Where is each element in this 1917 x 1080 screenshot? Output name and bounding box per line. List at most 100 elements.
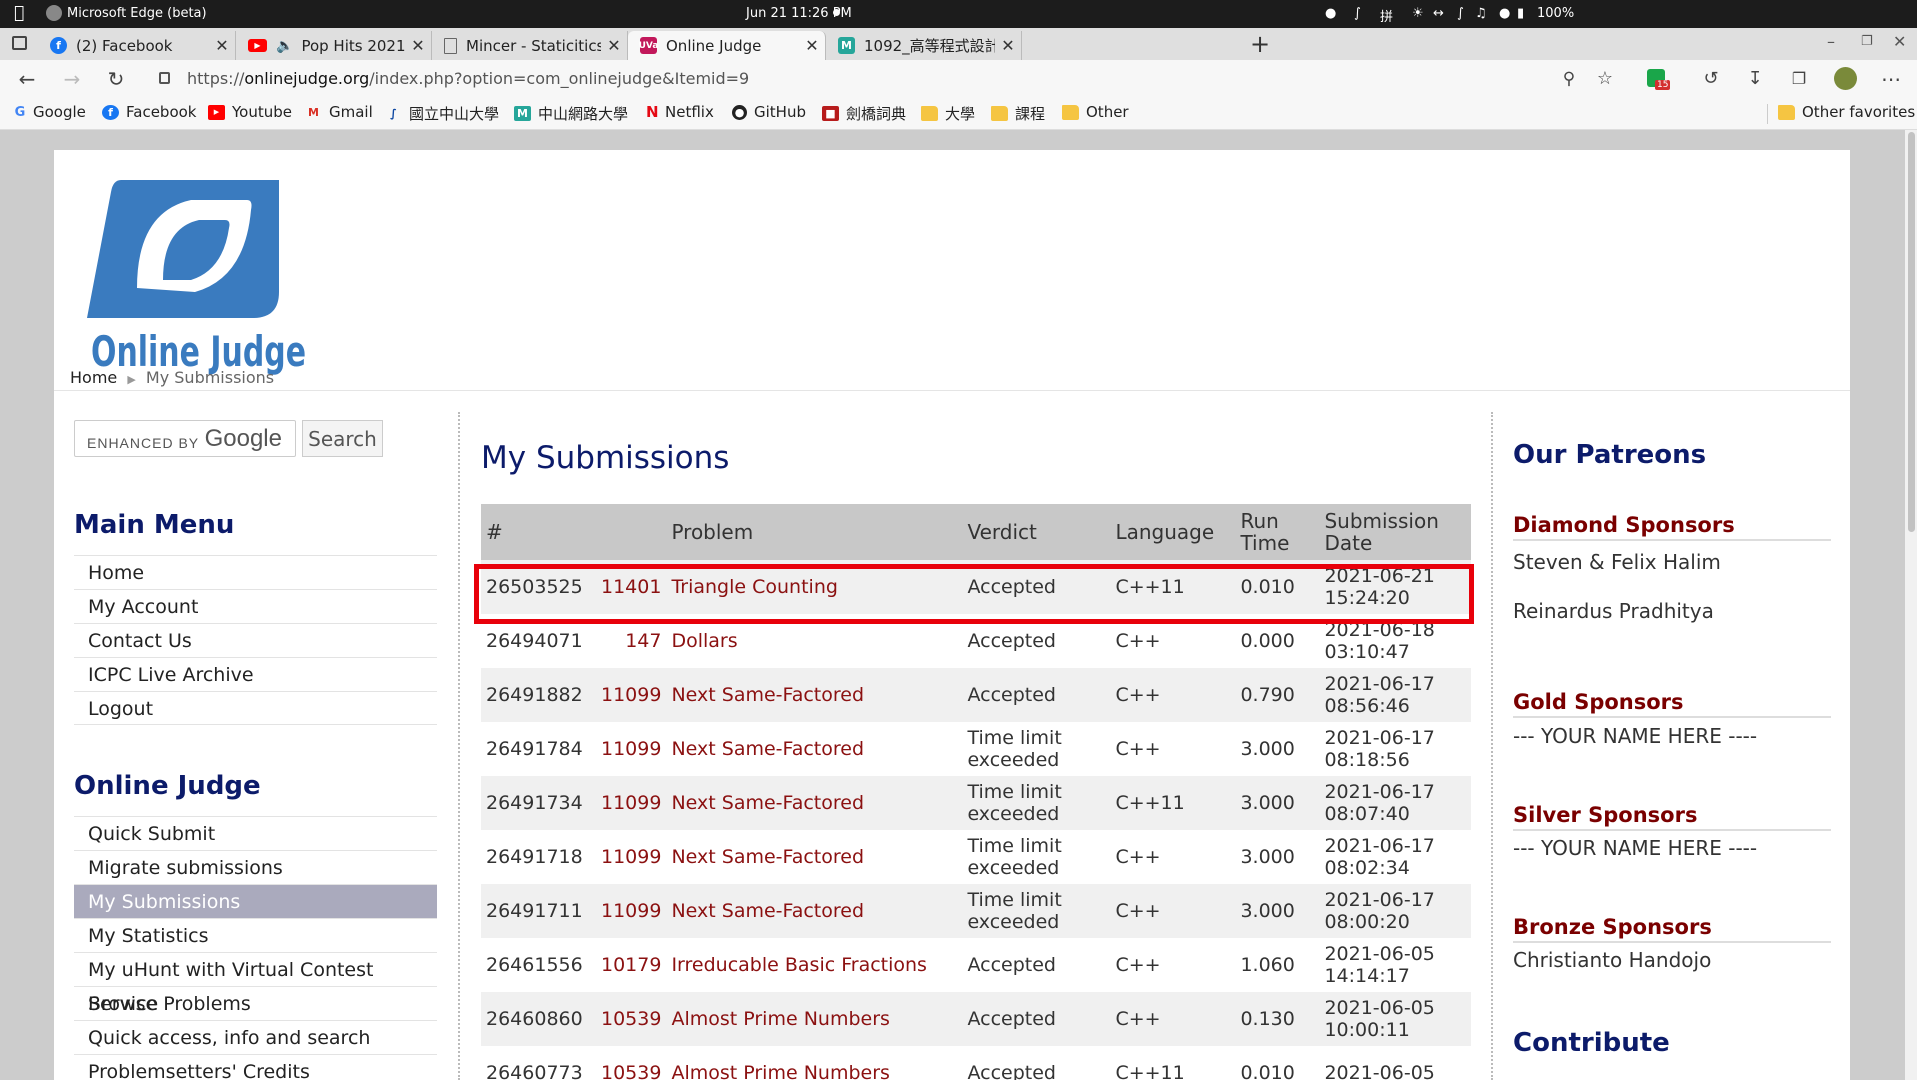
menu-item-quick-submit[interactable]: Quick Submit: [74, 816, 437, 850]
cell-problem-title[interactable]: Next Same-Factored: [666, 830, 962, 884]
minimize-button[interactable]: –: [1827, 32, 1835, 51]
bookmark-gmail[interactable]: M Gmail: [305, 103, 373, 121]
volume-icon[interactable]: ♫: [1475, 6, 1487, 21]
restore-button[interactable]: ❐: [1861, 34, 1873, 49]
lock-icon[interactable]: [159, 72, 170, 84]
new-tab-button[interactable]: +: [1250, 30, 1270, 58]
cell-problem-title[interactable]: Dollars: [666, 614, 962, 668]
tab-online-judge[interactable]: UVa Online Judge ✕: [628, 31, 826, 60]
column-header-problem: Problem: [666, 504, 963, 560]
cell-problem-title[interactable]: Irreducable Basic Fractions: [666, 938, 962, 992]
cell-problem-title[interactable]: Next Same-Factored: [666, 776, 963, 830]
tab-moodle[interactable]: M 1092_高等程式設計與實作 ✕: [826, 31, 1022, 60]
menu-item-logout[interactable]: Logout: [74, 691, 437, 725]
cell-problem-title[interactable]: Almost Prime Numbers: [666, 1046, 962, 1080]
menu-item-contact-us[interactable]: Contact Us: [74, 623, 437, 657]
brightness-icon[interactable]: ☀: [1412, 6, 1424, 21]
zoom-icon[interactable]: ⚲: [1556, 66, 1582, 92]
menu-item-quick-access[interactable]: Quick access, info and search: [74, 1020, 437, 1054]
bookmark-github[interactable]: ● GitHub: [732, 103, 806, 121]
tab-actions-icon[interactable]: [12, 36, 27, 50]
bookmark-cyber-univ[interactable]: M 中山網路大學: [514, 103, 628, 124]
search-input[interactable]: ENHANCED BY Google: [74, 420, 296, 457]
cell-problem-number[interactable]: 11099: [596, 884, 667, 938]
menu-item-icpc-live-archive[interactable]: ICPC Live Archive: [74, 657, 437, 691]
tab-facebook[interactable]: f (2) Facebook ✕: [38, 31, 236, 60]
page-scrollbar[interactable]: [1905, 130, 1917, 1080]
battery-icon[interactable]: ▮: [1517, 6, 1524, 21]
bookmark-folder-other[interactable]: Other: [1062, 103, 1129, 121]
cell-submission-id: 26460860: [481, 992, 596, 1046]
bookmark-cambridge[interactable]: ■ 劍橋詞典: [822, 103, 906, 124]
tab-mincer[interactable]: Mincer - Staticitics ✕: [432, 31, 628, 60]
cell-problem-title[interactable]: Almost Prime Numbers: [666, 992, 963, 1046]
cell-problem-number[interactable]: 11099: [596, 830, 666, 884]
profile-avatar[interactable]: [1834, 67, 1857, 90]
menu-item-browse-problems[interactable]: Browse Problems: [74, 986, 437, 1020]
collections-icon[interactable]: ❐: [1786, 66, 1812, 92]
menu-item-my-submissions[interactable]: My Submissions: [74, 884, 437, 918]
close-tab-icon[interactable]: ✕: [995, 36, 1021, 55]
tab-youtube[interactable]: ▶ 🔈 Pop Hits 2021 - Maroon ✕: [236, 31, 432, 60]
cell-problem-number[interactable]: 10539: [596, 992, 667, 1046]
mic-icon[interactable]: ●: [1499, 6, 1510, 21]
youtube-icon: ▶: [208, 104, 225, 120]
cell-problem-title[interactable]: Next Same-Factored: [666, 884, 963, 938]
bookmark-google[interactable]: G Google: [14, 103, 86, 121]
scrollbar-thumb[interactable]: [1908, 132, 1915, 532]
cell-problem-number[interactable]: 147: [596, 614, 666, 668]
menu-item-migrate-submissions[interactable]: Migrate submissions: [74, 850, 437, 884]
close-window-button[interactable]: ✕: [1893, 32, 1906, 51]
close-tab-icon[interactable]: ✕: [209, 36, 235, 55]
cell-problem-title[interactable]: Next Same-Factored: [666, 668, 963, 722]
history-icon[interactable]: ↺: [1698, 66, 1724, 92]
network-icon[interactable]: ↔: [1433, 6, 1444, 21]
main-content: My Submissions # Problem Verdict Languag…: [481, 440, 1471, 1080]
other-favorites[interactable]: Other favorites: [1778, 103, 1915, 121]
column-header-verdict: Verdict: [962, 504, 1111, 560]
menu-item-my-account[interactable]: My Account: [74, 589, 437, 623]
bluetooth-status-icon[interactable]: ∫: [1457, 6, 1464, 21]
bookmark-folder-courses[interactable]: 課程: [991, 103, 1045, 124]
cell-problem-title[interactable]: Triangle Counting: [666, 560, 963, 614]
cell-problem-number[interactable]: 10179: [596, 938, 666, 992]
cell-problem-number[interactable]: 11099: [596, 668, 667, 722]
bookmark-facebook[interactable]: f Facebook: [102, 103, 196, 121]
refresh-button[interactable]: ↻: [103, 66, 129, 92]
diamond-sponsor-name: Steven & Felix Halim: [1513, 550, 1721, 574]
bluetooth-icon[interactable]: ∫: [1354, 6, 1361, 21]
bookmarks-bar: G Google f Facebook ▶ Youtube M Gmail ∫ 國立中山大…: [0, 97, 1917, 130]
submission-date: 2021-06-17: [1324, 889, 1435, 911]
bookmark-nsysu[interactable]: ∫ 國立中山大學: [385, 103, 499, 124]
menu-item-my-statistics[interactable]: My Statistics: [74, 918, 437, 952]
close-tab-icon[interactable]: ✕: [601, 36, 627, 55]
apple-icon[interactable]: : [14, 3, 24, 23]
bookmark-folder-university[interactable]: 大學: [921, 103, 975, 124]
cell-problem-title[interactable]: Next Same-Factored: [666, 722, 962, 776]
downloads-icon[interactable]: ↧: [1742, 66, 1768, 92]
discord-icon[interactable]: ●: [1325, 6, 1336, 21]
cell-problem-number[interactable]: 10539: [596, 1046, 666, 1080]
bookmark-youtube[interactable]: ▶ Youtube: [208, 103, 292, 121]
cell-problem-number[interactable]: 11099: [596, 776, 667, 830]
menu-item-problemsetters-credits[interactable]: Problemsetters' Credits: [74, 1054, 437, 1080]
input-method-icon[interactable]: 拼: [1380, 6, 1393, 25]
cell-problem-number[interactable]: 11099: [596, 722, 666, 776]
breadcrumb-home[interactable]: Home: [70, 368, 117, 387]
cell-problem-number[interactable]: 11401: [596, 560, 667, 614]
back-button[interactable]: ←: [14, 66, 40, 92]
favorite-star-icon[interactable]: ☆: [1592, 66, 1618, 92]
url-field[interactable]: https://onlinejudge.org/index.php?option…: [145, 65, 1620, 93]
bookmark-netflix[interactable]: N Netflix: [646, 103, 714, 121]
close-tab-icon[interactable]: ✕: [799, 36, 825, 55]
menu-item-uhunt[interactable]: My uHunt with Virtual Contest Service: [74, 952, 437, 1015]
more-menu-icon[interactable]: ⋯: [1878, 66, 1904, 92]
forward-button[interactable]: →: [59, 66, 85, 92]
menu-item-home[interactable]: Home: [74, 555, 437, 589]
close-tab-icon[interactable]: ✕: [405, 36, 431, 55]
cell-verdict: Time limit exceeded: [962, 776, 1111, 830]
search-button[interactable]: Search: [302, 420, 383, 457]
speaker-icon[interactable]: 🔈: [276, 38, 293, 54]
submission-date: 2021-06-05: [1324, 943, 1435, 965]
site-logo[interactable]: Online Judge: [79, 170, 319, 394]
